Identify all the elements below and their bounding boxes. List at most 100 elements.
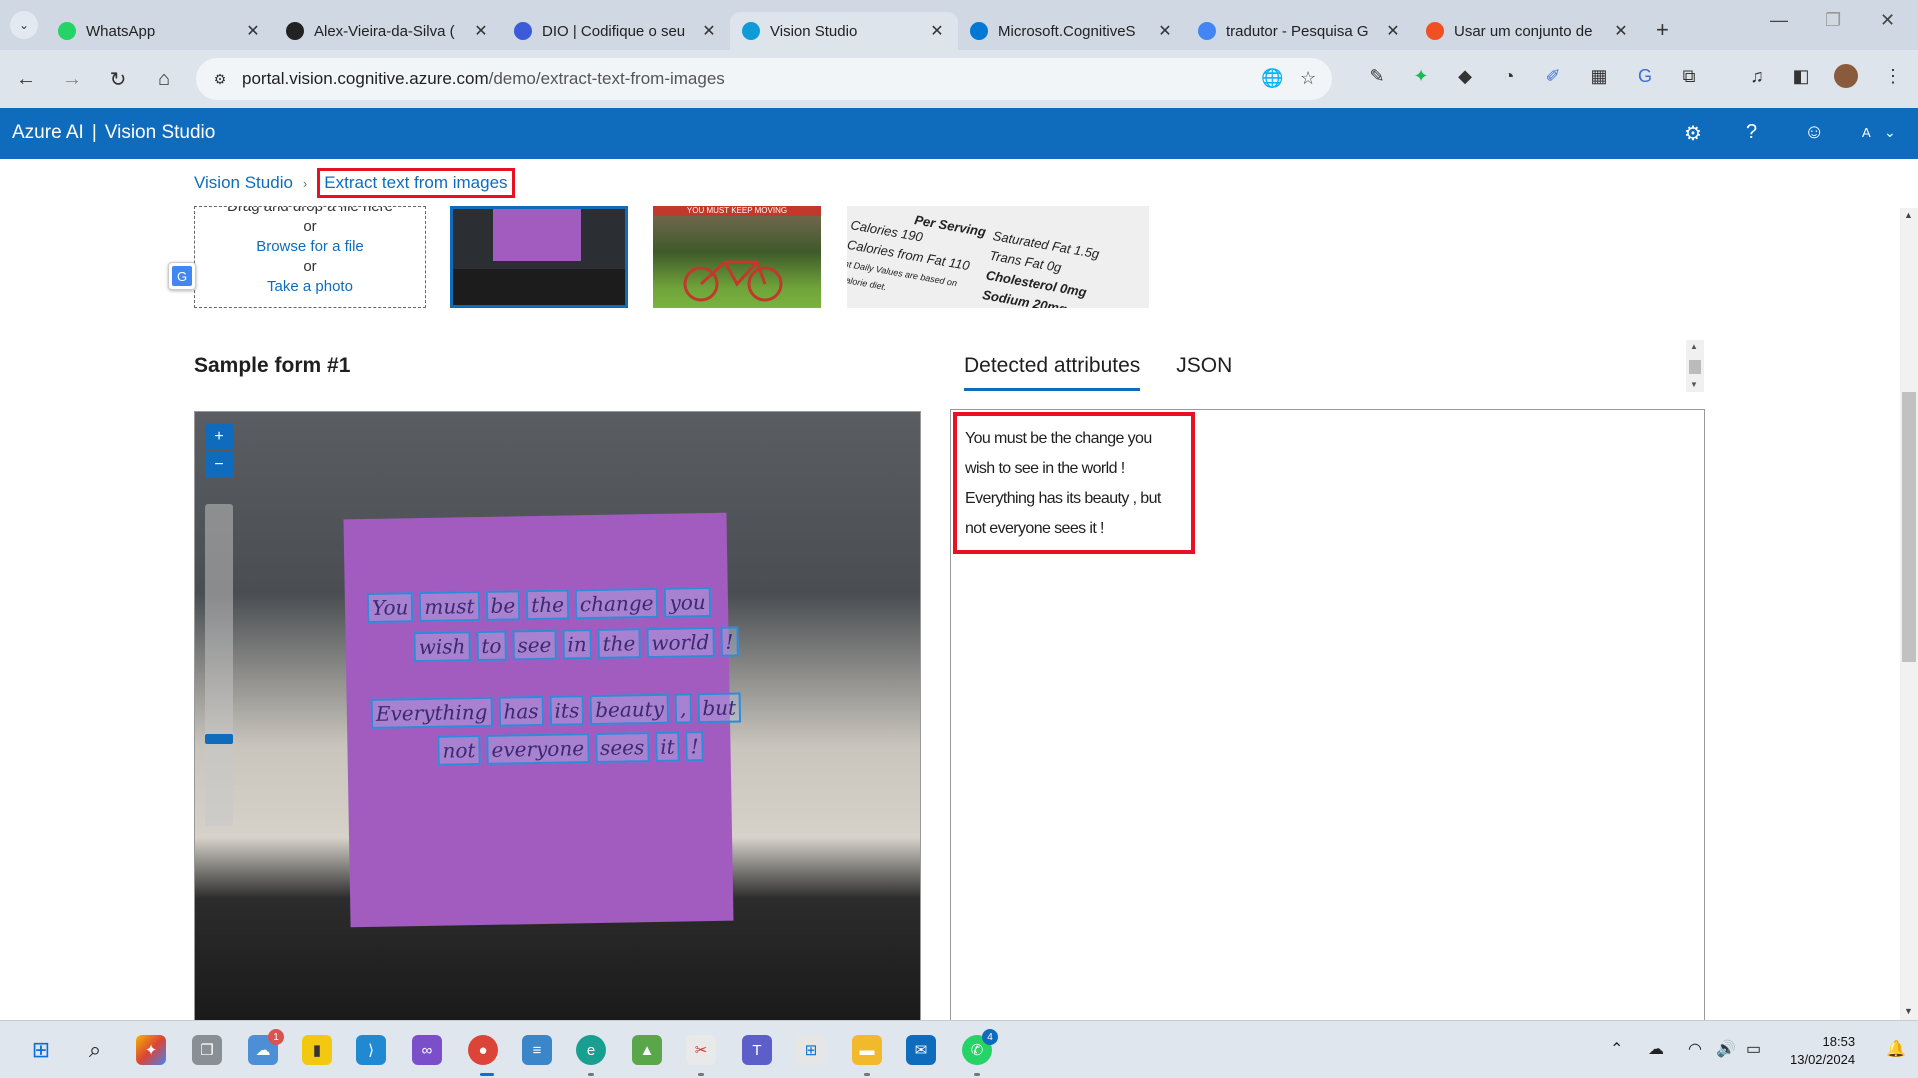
- tab-close-icon[interactable]: ✕: [1156, 21, 1174, 41]
- tab-close-icon[interactable]: ✕: [472, 21, 490, 41]
- pen-extension-icon[interactable]: ✐: [1540, 66, 1566, 87]
- tab-close-icon[interactable]: ✕: [700, 21, 718, 41]
- ocr-word-box[interactable]: ,: [674, 693, 692, 724]
- search-icon[interactable]: ⌕: [80, 1035, 110, 1065]
- chrome-icon[interactable]: ●: [468, 1035, 498, 1065]
- sample-thumbnail-nutrition-label[interactable]: Calories 190 Calories from Fat 110 Saturat…: [847, 206, 1149, 308]
- ocr-word-box[interactable]: see: [512, 629, 557, 661]
- page-scroll-thumb[interactable]: [1902, 392, 1916, 662]
- home-icon[interactable]: ⌂: [144, 68, 184, 91]
- zoom-slider-track[interactable]: [205, 504, 233, 826]
- zoom-in-button[interactable]: +: [205, 424, 233, 450]
- qr-code-extension-icon[interactable]: ▦: [1586, 66, 1612, 87]
- browser-tab[interactable]: WhatsApp ✕: [46, 12, 274, 50]
- browse-file-link[interactable]: Browse for a file: [256, 238, 364, 255]
- onedrive-cloud-icon[interactable]: ☁: [1648, 1039, 1664, 1059]
- system-clock[interactable]: 18:53 13/02/2024: [1790, 1033, 1855, 1069]
- tab-close-icon[interactable]: ✕: [928, 21, 946, 41]
- account-initial[interactable]: A: [1862, 125, 1871, 140]
- task-view-icon[interactable]: ❐: [192, 1035, 222, 1065]
- zoom-out-button[interactable]: −: [205, 452, 233, 478]
- ocr-word-box[interactable]: sees: [594, 732, 650, 764]
- upload-dropzone[interactable]: Drag and drop a file here or Browse for …: [194, 206, 426, 308]
- settings-gear-icon[interactable]: ⚙: [1684, 121, 1702, 146]
- scrollbar-thumb[interactable]: [1689, 360, 1701, 374]
- ocr-word-box[interactable]: not: [437, 735, 481, 766]
- translate-page-icon[interactable]: 🌐: [1261, 68, 1283, 89]
- ocr-word-box[interactable]: change: [574, 587, 659, 620]
- side-panel-icon[interactable]: ◧: [1788, 66, 1814, 87]
- weather-widget-icon[interactable]: ☁ 1: [248, 1029, 284, 1065]
- browser-tab[interactable]: tradutor - Pesquisa G ✕: [1186, 12, 1414, 50]
- image-editor-icon[interactable]: ▲: [632, 1035, 662, 1065]
- browser-tab[interactable]: Vision Studio ✕: [730, 12, 958, 50]
- take-photo-link[interactable]: Take a photo: [267, 278, 353, 295]
- page-scroll-up-icon[interactable]: ▲: [1904, 210, 1913, 220]
- ocr-word-box[interactable]: !: [720, 626, 739, 657]
- extensions-puzzle-icon[interactable]: ⧉: [1676, 66, 1702, 87]
- ocr-word-box[interactable]: Everything: [370, 696, 493, 729]
- reload-icon[interactable]: ↻: [98, 67, 138, 92]
- green-extension-icon[interactable]: ✦: [1408, 66, 1434, 87]
- edge-icon[interactable]: e: [576, 1035, 606, 1065]
- new-tab-plus-icon[interactable]: +: [1656, 17, 1669, 43]
- restore-icon[interactable]: ❐: [1825, 10, 1841, 31]
- copilot-preview-icon[interactable]: ✦: [136, 1035, 166, 1065]
- ocr-word-box[interactable]: be: [485, 590, 521, 621]
- back-arrow-icon[interactable]: ←: [6, 68, 46, 91]
- azure-title[interactable]: Azure AI | Vision Studio: [12, 122, 215, 144]
- account-chevron-down-icon[interactable]: ⌄: [1884, 124, 1896, 141]
- ocr-word-box[interactable]: it: [654, 731, 680, 762]
- ocr-word-box[interactable]: in: [562, 629, 592, 660]
- tab-close-icon[interactable]: ✕: [1384, 21, 1402, 41]
- forward-arrow-icon[interactable]: →: [52, 68, 92, 91]
- browser-tab[interactable]: Microsoft.CognitiveS ✕: [958, 12, 1186, 50]
- power-bi-icon[interactable]: ▮: [302, 1035, 332, 1065]
- sample-thumbnail-sticky-note[interactable]: [450, 206, 628, 308]
- sample-thumbnail-bicycle[interactable]: YOU MUST KEEP MOVING: [653, 206, 821, 308]
- bookmark-star-icon[interactable]: ☆: [1300, 68, 1316, 89]
- minimize-icon[interactable]: —: [1770, 10, 1788, 31]
- profile-avatar[interactable]: [1834, 64, 1858, 88]
- breadcrumb-current-link[interactable]: Extract text from images: [317, 168, 515, 198]
- address-bar[interactable]: ⚙ portal.vision.cognitive.azure.com/demo…: [196, 58, 1332, 100]
- ocr-word-box[interactable]: its: [549, 695, 585, 726]
- ocr-word-box[interactable]: but: [697, 692, 742, 724]
- feedback-smiley-icon[interactable]: ☺: [1804, 121, 1824, 144]
- cube-extension-icon[interactable]: ◆: [1452, 66, 1478, 87]
- ocr-word-box[interactable]: must: [419, 591, 480, 623]
- tray-overflow-chevron-icon[interactable]: ⌃: [1610, 1039, 1623, 1059]
- whatsapp-taskbar-icon[interactable]: ✆ 4: [962, 1029, 998, 1065]
- ocr-word-box[interactable]: you: [664, 586, 711, 618]
- microsoft-store-icon[interactable]: ⊞: [796, 1035, 826, 1065]
- notifications-bell-icon[interactable]: 🔔: [1886, 1039, 1906, 1059]
- ocr-word-box[interactable]: to: [476, 630, 507, 662]
- tab-close-icon[interactable]: ✕: [244, 21, 262, 41]
- ocr-word-box[interactable]: wish: [413, 631, 471, 663]
- windows-start-icon[interactable]: ⊞: [26, 1035, 56, 1065]
- google-translate-extension-icon[interactable]: G: [1632, 66, 1658, 87]
- eyedropper-extension-icon[interactable]: ✎: [1364, 66, 1390, 87]
- wifi-icon[interactable]: ◠: [1688, 1039, 1702, 1059]
- notepad-icon[interactable]: ≡: [522, 1035, 552, 1065]
- battery-icon[interactable]: ▭: [1746, 1039, 1761, 1059]
- page-scroll-down-icon[interactable]: ▼: [1904, 1006, 1913, 1016]
- ocr-word-box[interactable]: beauty: [589, 693, 670, 726]
- ocr-word-box[interactable]: You: [366, 592, 414, 623]
- browser-menu-icon[interactable]: ⋮: [1880, 66, 1906, 87]
- scroll-up-arrow-icon[interactable]: ▲: [1690, 342, 1698, 351]
- ocr-word-box[interactable]: everyone: [486, 733, 590, 765]
- zoom-slider-handle[interactable]: [205, 734, 233, 744]
- ocr-word-box[interactable]: !: [685, 731, 704, 762]
- ocr-word-box[interactable]: the: [597, 628, 641, 659]
- ocr-word-box[interactable]: world: [646, 626, 715, 659]
- file-explorer-icon[interactable]: ▬: [852, 1035, 882, 1065]
- page-scrollbar[interactable]: ▲ ▼: [1900, 208, 1918, 1020]
- help-question-icon[interactable]: ?: [1746, 121, 1757, 144]
- result-tabs-scrollbar[interactable]: ▲ ▼: [1686, 340, 1704, 392]
- tab-close-icon[interactable]: ✕: [1612, 21, 1630, 41]
- browser-tab[interactable]: DIO | Codifique o seu ✕: [502, 12, 730, 50]
- browser-tab[interactable]: Usar um conjunto de ✕: [1414, 12, 1642, 50]
- breadcrumb-vision-studio-link[interactable]: Vision Studio: [194, 173, 293, 193]
- browser-tab[interactable]: Alex-Vieira-da-Silva (✕: [274, 12, 502, 50]
